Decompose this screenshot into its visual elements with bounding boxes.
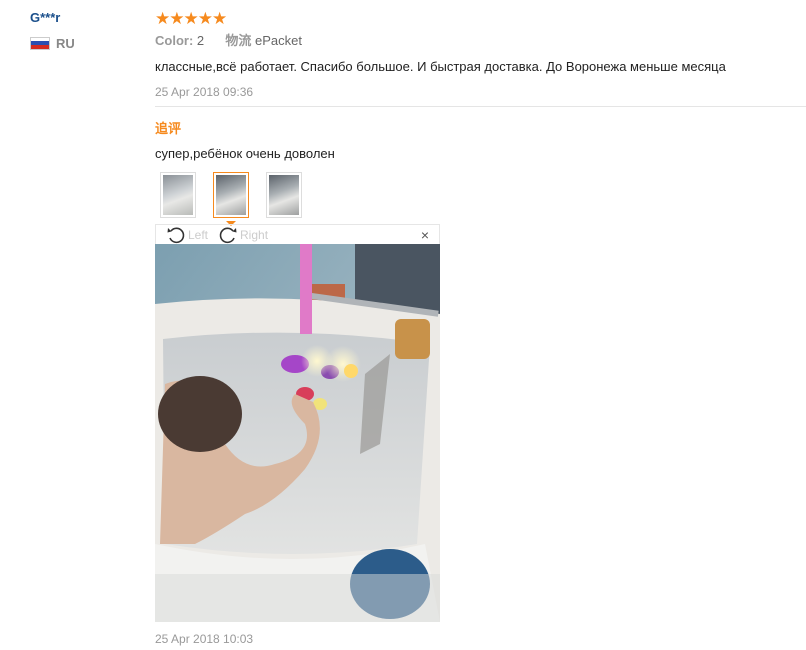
russia-flag-icon (30, 36, 50, 50)
viewer-toolbar: Left Right × (155, 224, 440, 244)
order-info: Color: 2 物流 ePacket (155, 32, 806, 49)
photo-thumbnail-selected[interactable] (213, 172, 249, 226)
color-label: Color: (155, 33, 194, 48)
rotate-right-button[interactable]: Right (218, 225, 268, 245)
photo-thumbnails (160, 172, 319, 226)
star-icon: ★ (212, 8, 228, 28)
rotate-right-icon (219, 227, 237, 243)
review-date: 25 Apr 2018 09:36 (155, 85, 254, 99)
rotate-left-icon (167, 227, 185, 243)
additional-feedback-text: супер,ребёнок очень доволен (155, 146, 335, 161)
bath-photo-image (155, 244, 440, 622)
reviewer-name: G***r (30, 10, 61, 25)
review-text: классные,всё работает. Спасибо большое. … (155, 59, 726, 74)
shipping-label: 物流 (225, 33, 252, 48)
rotate-right-label: Right (240, 227, 269, 242)
country-code: RU (56, 35, 75, 51)
review: ★ ★ ★ ★ ★ Color: 2 物流 ePacket классные,в… (155, 9, 806, 100)
rotate-left-label: Left (188, 227, 209, 242)
divider (155, 106, 806, 107)
additional-feedback-date: 25 Apr 2018 10:03 (155, 632, 254, 646)
photo-viewer: Left Right × (155, 224, 440, 622)
star-icon: ★ (183, 8, 199, 28)
additional-feedback-label: 追评 (155, 121, 182, 136)
star-rating: ★ ★ ★ ★ ★ (155, 9, 806, 27)
shipping-value: ePacket (255, 33, 303, 48)
star-icon: ★ (197, 8, 213, 28)
reviewer-info: G***r RU (30, 9, 140, 51)
review-photo (155, 244, 440, 622)
star-icon: ★ (155, 8, 171, 28)
close-icon[interactable]: × (421, 227, 429, 243)
rotate-left-button[interactable]: Left (166, 225, 208, 245)
photo-thumbnail[interactable] (266, 172, 302, 218)
photo-thumbnail[interactable] (160, 172, 196, 218)
star-icon: ★ (169, 8, 185, 28)
reviewer-country: RU (30, 35, 140, 51)
color-value: 2 (196, 33, 205, 48)
